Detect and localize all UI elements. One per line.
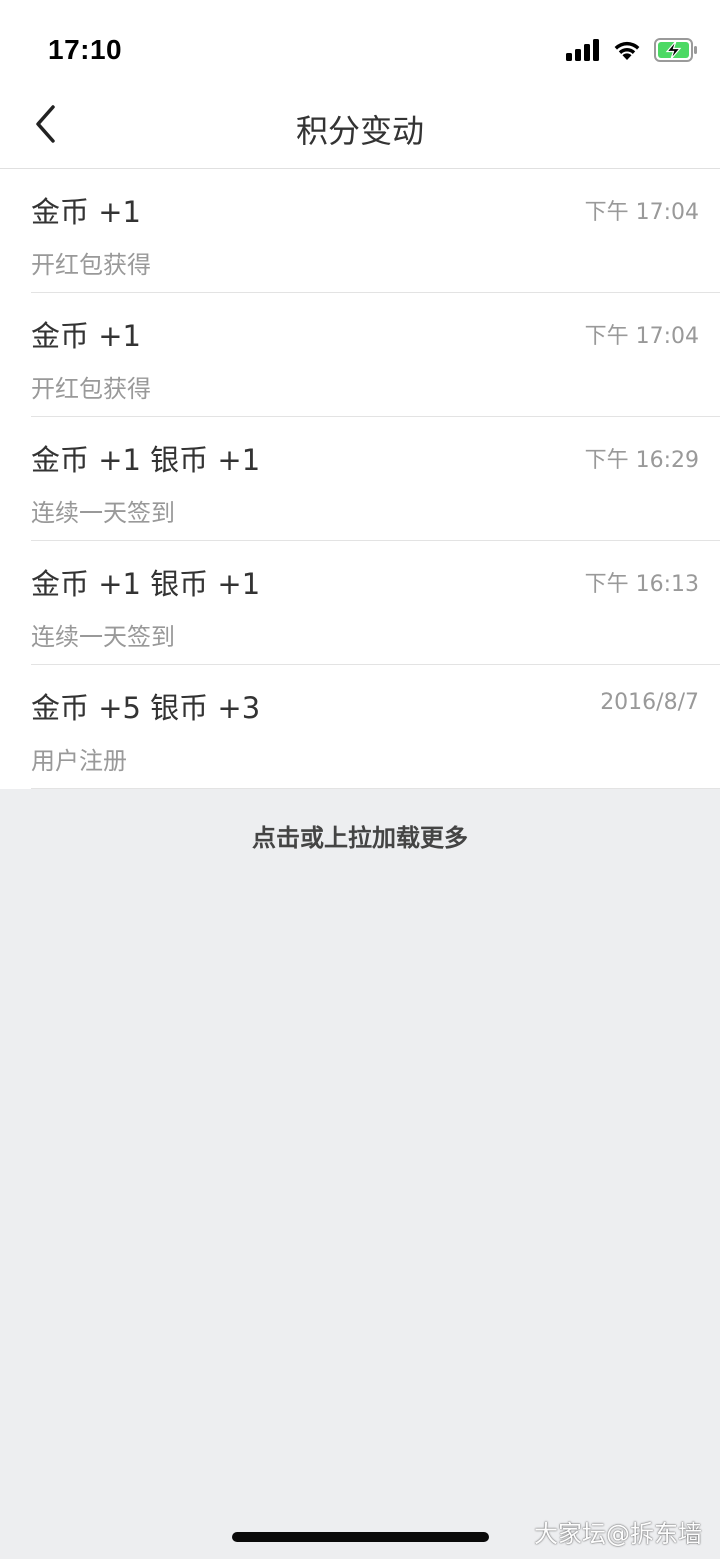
record-time: 2016/8/7 (600, 690, 699, 715)
list-item: 金币 +1 银币 +1 下午 16:29 连续一天签到 (0, 417, 720, 541)
record-time: 下午 16:13 (584, 572, 699, 597)
list-item: 金币 +1 下午 17:04 开红包获得 (0, 169, 720, 293)
wifi-icon (612, 39, 642, 65)
record-time: 下午 17:04 (584, 200, 699, 225)
record-title: 金币 +1 银币 +1 (31, 443, 261, 477)
record-description: 用户注册 (31, 747, 127, 775)
record-description: 连续一天签到 (31, 623, 175, 651)
record-description: 连续一天签到 (31, 499, 175, 527)
load-more-button[interactable]: 点击或上拉加载更多 (0, 818, 720, 853)
list-item: 金币 +1 银币 +1 下午 16:13 连续一天签到 (0, 541, 720, 665)
battery-charging-icon (654, 38, 698, 66)
header: 17:10 积分变动 (0, 0, 720, 169)
record-title: 金币 +5 银币 +3 (31, 691, 261, 725)
home-indicator[interactable] (232, 1532, 489, 1542)
points-record-list: 金币 +1 下午 17:04 开红包获得 金币 +1 下午 17:04 开红包获… (0, 169, 720, 789)
record-description: 开红包获得 (31, 251, 151, 279)
record-time: 下午 17:04 (584, 324, 699, 349)
record-title: 金币 +1 银币 +1 (31, 567, 261, 601)
cellular-signal-icon (566, 39, 600, 65)
list-item: 金币 +5 银币 +3 2016/8/7 用户注册 (0, 665, 720, 789)
record-title: 金币 +1 (31, 319, 141, 353)
record-time: 下午 16:29 (584, 448, 699, 473)
record-description: 开红包获得 (31, 375, 151, 403)
divider (31, 788, 720, 789)
record-title: 金币 +1 (31, 195, 141, 229)
status-time: 17:10 (48, 34, 123, 65)
page-title: 积分变动 (295, 112, 424, 150)
list-item: 金币 +1 下午 17:04 开红包获得 (0, 293, 720, 417)
status-icons (566, 38, 698, 66)
watermark: 大家坛@拆东墙 (534, 1520, 702, 1548)
